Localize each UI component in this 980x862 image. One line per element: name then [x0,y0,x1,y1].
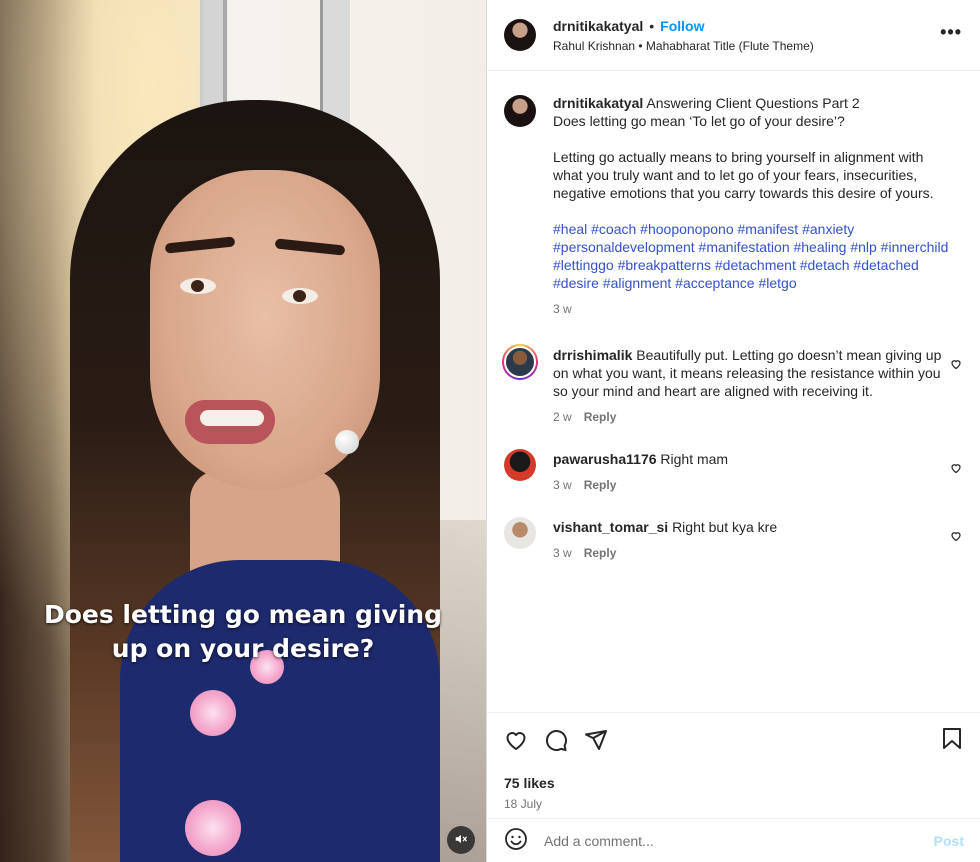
teeth [200,410,264,426]
caption-meta: 3 w [553,302,953,316]
post-actions: 75 likes 18 July [487,712,980,816]
comment-item: pawarusha1176 Right mam 3 w Reply [504,448,964,492]
comment-like-heart-icon[interactable] [950,358,962,373]
comment-item: vishant_tomar_si Right but kya kre 3 w R… [504,516,964,560]
comment-like-heart-icon[interactable] [950,462,962,477]
comment-timestamp: 3 w [553,546,572,560]
like-heart-icon[interactable] [504,728,528,752]
comment-username[interactable]: drrishimalik [553,347,632,363]
header-separator: • [649,17,655,34]
comment-meta: 2 w Reply [553,410,953,424]
likes-count[interactable]: 75 likes [504,775,964,791]
comment-content: Right but kya kre [672,519,778,535]
share-paper-plane-icon[interactable] [584,728,608,752]
overlay-line-2: up on your desire? [111,634,375,663]
comment-like-heart-icon[interactable] [950,530,962,545]
audio-attribution[interactable]: Rahul Krishnan • Mahabharat Title (Flute… [553,39,814,53]
overlay-line-1: Does letting go mean giving [43,600,443,629]
comment-meta: 3 w Reply [553,546,953,560]
comment-body: drrishimalik Beautifully put. Letting go… [553,344,953,424]
reel-video[interactable]: Does letting go mean giving up on your d… [0,0,486,862]
post-header: drnitikakatyal • Follow Rahul Krishnan •… [487,0,980,71]
caption-timestamp: 3 w [553,302,572,316]
comment-avatar-story-ring[interactable] [502,344,538,380]
follow-button[interactable]: Follow [660,18,704,34]
comment-username[interactable]: vishant_tomar_si [553,519,668,535]
comment-content: Right mam [660,451,729,467]
post-details-panel: drnitikakatyal • Follow Rahul Krishnan •… [486,0,980,862]
author-username[interactable]: drnitikakatyal [553,18,643,34]
header-title-row: drnitikakatyal • Follow [553,18,814,34]
caption: drnitikakatyal Answering Client Question… [504,94,964,316]
emoji-smiley-icon[interactable] [504,827,528,854]
header-text: drnitikakatyal • Follow Rahul Krishnan •… [553,18,814,53]
video-caption-overlay: Does letting go mean giving up on your d… [0,598,486,666]
dress-flower [190,690,236,736]
add-comment-bar: Post [487,818,980,862]
comments-list[interactable]: drnitikakatyal Answering Client Question… [487,72,980,712]
caption-username[interactable]: drnitikakatyal [553,95,643,111]
comment-username[interactable]: pawarusha1176 [553,451,657,467]
comment-bubble-icon[interactable] [544,728,568,752]
left-eye [180,278,216,294]
reply-button[interactable]: Reply [584,410,617,424]
comment-body: pawarusha1176 Right mam 3 w Reply [553,448,953,492]
caption-body: drnitikakatyal Answering Client Question… [553,94,953,316]
save-bookmark-icon[interactable] [942,728,962,753]
caption-line-1: Answering Client Questions Part 2 [646,95,860,111]
comment-timestamp: 2 w [553,410,572,424]
post-comment-button[interactable]: Post [934,833,964,849]
caption-paragraph: Letting go actually means to bring yours… [553,149,934,201]
comment-input[interactable] [544,832,934,849]
post-dialog: Does letting go mean giving up on your d… [0,0,980,862]
speaker-muted-icon [454,832,468,849]
comment-timestamp: 3 w [553,478,572,492]
caption-line-2: Does letting go mean ‘To let go of your … [553,113,845,129]
reply-button[interactable]: Reply [584,478,617,492]
caption-text: drnitikakatyal Answering Client Question… [553,94,953,292]
right-eye [282,288,318,304]
comment-text: drrishimalik Beautifully put. Letting go… [553,346,953,400]
comment-body: vishant_tomar_si Right but kya kre 3 w R… [553,516,953,560]
reply-button[interactable]: Reply [584,546,617,560]
post-date: 18 July [504,797,543,811]
comment-avatar [504,346,536,378]
comment-text: vishant_tomar_si Right but kya kre [553,518,953,536]
more-options-icon[interactable]: ••• [940,22,962,43]
comment-meta: 3 w Reply [553,478,953,492]
dress-flower [185,800,241,856]
comment-avatar[interactable] [504,517,536,549]
comment-avatar[interactable] [504,449,536,481]
caption-hashtags[interactable]: #heal #coach #hooponopono #manifest #anx… [553,221,948,291]
caption-author-avatar[interactable] [504,95,536,127]
comment-text: pawarusha1176 Right mam [553,450,953,468]
mute-button[interactable] [447,826,475,854]
pearl-earring [335,430,359,454]
author-avatar[interactable] [504,19,536,51]
action-icons-row [504,725,964,755]
comment-item: drrishimalik Beautifully put. Letting go… [502,344,964,424]
